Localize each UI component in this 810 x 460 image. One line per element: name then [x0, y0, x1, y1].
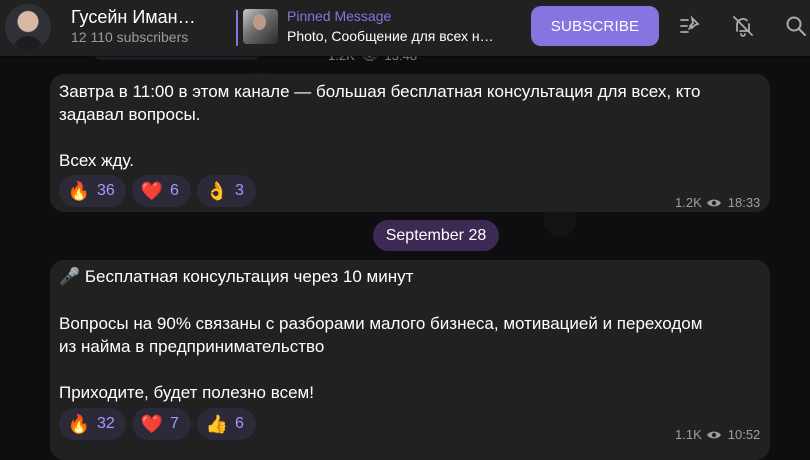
reaction-heart[interactable]: ❤️ 7: [132, 408, 191, 440]
message-line: Всех жду.: [59, 151, 134, 170]
subscriber-count: 12 110 subscribers: [71, 29, 189, 45]
ok-hand-emoji: 👌: [205, 181, 229, 201]
heart-emoji: ❤️: [140, 414, 164, 434]
message-line: из найма в предпринимательство: [59, 337, 325, 356]
message-bubble[interactable]: Завтра в 11:00 в этом канале — большая б…: [50, 74, 770, 212]
pinned-indicator-bar: [236, 10, 238, 46]
pinned-thumbnail[interactable]: [243, 9, 278, 44]
date-separator[interactable]: September 28: [373, 220, 499, 251]
message-time: 18:33: [727, 195, 761, 210]
reaction-count: 32: [97, 415, 115, 432]
reaction-ok-hand[interactable]: 👌 3: [197, 175, 256, 207]
reaction-count: 36: [97, 182, 115, 199]
channel-title[interactable]: Гусейн Иман…: [71, 7, 206, 28]
view-count: 1.2K: [675, 195, 702, 210]
message-line: Приходите, будет полезно всем!: [59, 383, 314, 402]
pinned-message-text[interactable]: Photo, Сообщение для всех н…: [287, 28, 509, 44]
channel-avatar[interactable]: [5, 4, 51, 50]
search-icon[interactable]: [784, 14, 808, 38]
reaction-count: 6: [235, 415, 244, 432]
eye-icon: [706, 431, 721, 438]
pinned-list-icon[interactable]: [678, 14, 702, 38]
chat-header: Гусейн Иман… 12 110 subscribers Pinned M…: [0, 0, 810, 56]
reaction-fire[interactable]: 🔥 32: [59, 408, 126, 440]
subscribe-button[interactable]: SUBSCRIBE: [531, 6, 659, 46]
message-meta: 1.2K 18:33: [675, 195, 760, 210]
reaction-fire[interactable]: 🔥 36: [59, 175, 126, 207]
mute-icon[interactable]: [731, 14, 755, 38]
thumbs-up-emoji: 👍: [205, 414, 229, 434]
message-line: задавал вопросы.: [59, 105, 201, 124]
message-bubble[interactable]: 🎤 Бесплатная консультация через 10 минут…: [50, 260, 770, 460]
reaction-count: 3: [235, 182, 244, 199]
message-line: 🎤 Бесплатная консультация через 10 минут: [59, 267, 414, 286]
message-line: Вопросы на 90% связаны с разборами малог…: [59, 314, 703, 333]
heart-emoji: ❤️: [140, 181, 164, 201]
message-line: Завтра в 11:00 в этом канале — большая б…: [59, 82, 701, 101]
reaction-thumbs-up[interactable]: 👍 6: [197, 408, 256, 440]
pinned-message-title[interactable]: Pinned Message: [287, 8, 391, 24]
view-count: 1.1K: [675, 427, 702, 442]
reaction-count: 6: [170, 182, 179, 199]
eye-icon: [706, 199, 721, 206]
message-time: 10:52: [727, 427, 761, 442]
fire-emoji: 🔥: [67, 414, 91, 434]
reaction-heart[interactable]: ❤️ 6: [132, 175, 191, 207]
reaction-count: 7: [170, 415, 179, 432]
fire-emoji: 🔥: [67, 181, 91, 201]
message-meta: 1.1K 10:52: [675, 427, 760, 442]
